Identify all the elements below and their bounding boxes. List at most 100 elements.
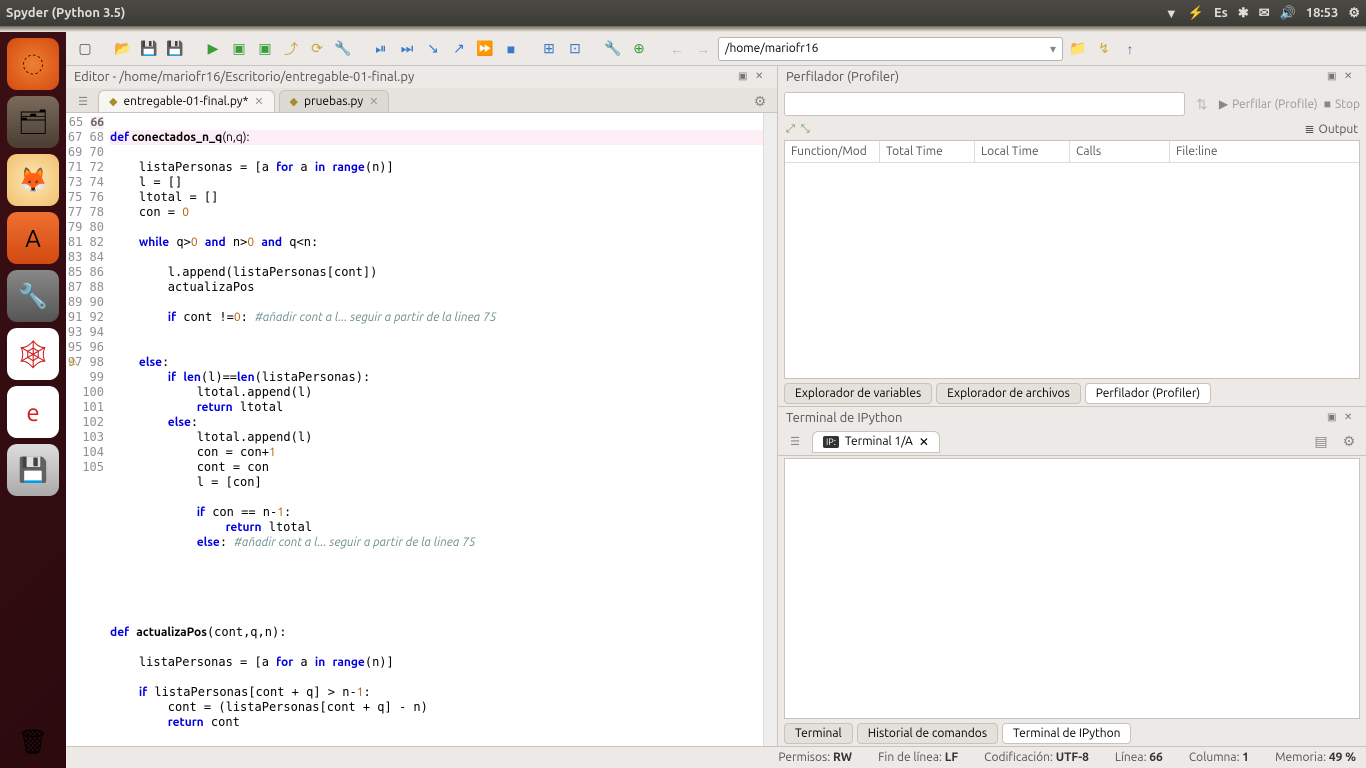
warning-marker-icon[interactable]: ⚠ bbox=[66, 355, 80, 369]
bluetooth-icon[interactable]: ✱ bbox=[1238, 6, 1249, 21]
th-totaltime[interactable]: Total Time bbox=[880, 141, 975, 162]
status-eol: Fin de línea: LF bbox=[878, 751, 958, 764]
close-tab-icon[interactable]: ✕ bbox=[919, 435, 929, 449]
parent-dir-icon[interactable]: ↑ bbox=[1119, 38, 1141, 60]
app-title: Spyder (Python 3.5) bbox=[6, 6, 125, 20]
status-memory: Memoria: 49 % bbox=[1275, 751, 1356, 764]
run-cell-icon[interactable]: ▣ bbox=[228, 38, 250, 60]
tab-terminal[interactable]: Terminal bbox=[784, 723, 853, 744]
ipython-tab-label: Terminal 1/A bbox=[845, 435, 913, 448]
close-tab-icon[interactable]: ✕ bbox=[369, 95, 378, 108]
trash-icon[interactable]: 🗑 bbox=[7, 716, 59, 768]
code-area[interactable]: def conectados_n_q(n,q): listaPersonas =… bbox=[110, 113, 763, 746]
settings-gear-icon[interactable]: ⚙ bbox=[1348, 6, 1360, 21]
ipy-menu-icon[interactable]: ☰ bbox=[784, 431, 806, 453]
stop-debug-icon[interactable]: ■ bbox=[500, 38, 522, 60]
prefs-icon[interactable]: 🔧 bbox=[602, 38, 624, 60]
tab-varexplorer[interactable]: Explorador de variables bbox=[784, 383, 932, 404]
dash-icon[interactable]: ◌ bbox=[7, 38, 59, 90]
tab-history[interactable]: Historial de comandos bbox=[857, 723, 998, 744]
sync-icon[interactable]: ↯ bbox=[1093, 38, 1115, 60]
saveall-icon[interactable]: 💾 bbox=[164, 38, 186, 60]
open-icon[interactable]: 📂 bbox=[112, 38, 134, 60]
status-permissions: Permisos: RW bbox=[778, 751, 852, 764]
th-calls[interactable]: Calls bbox=[1070, 141, 1170, 162]
editor-title: Editor - /home/mariofr16/Escritorio/entr… bbox=[74, 70, 414, 84]
wifi-icon[interactable]: ⚡ bbox=[1188, 6, 1204, 21]
expand-icon[interactable]: ⤢ bbox=[786, 123, 795, 136]
close-tab-icon[interactable]: ✕ bbox=[254, 95, 263, 108]
browse-dir-icon[interactable]: 📁 bbox=[1067, 38, 1089, 60]
browse-icon[interactable]: ⇅ bbox=[1191, 93, 1213, 115]
profile-button[interactable]: ▶Perfilar (Profile) bbox=[1219, 97, 1318, 111]
collapse-icon[interactable]: ⤡ bbox=[801, 123, 810, 136]
titlebar: Spyder (Python 3.5) ▼ ⚡ Es ✱ ✉ 🔊 18:53 ⚙ bbox=[0, 0, 1366, 26]
working-dir-text: /home/mariofr16 bbox=[725, 42, 818, 55]
run-again-icon[interactable]: ⟳ bbox=[306, 38, 328, 60]
files-icon[interactable]: 🗂 bbox=[7, 96, 59, 148]
run-selection-icon[interactable]: ⤴ bbox=[280, 38, 302, 60]
working-dir-combo[interactable]: /home/mariofr16 ▾ bbox=[718, 37, 1063, 61]
software-icon[interactable]: A bbox=[7, 212, 59, 264]
forward-icon[interactable]: → bbox=[692, 38, 714, 60]
layout2-icon[interactable]: ⊡ bbox=[564, 38, 586, 60]
statusbar: Permisos: RW Fin de línea: LF Codificaci… bbox=[66, 746, 1366, 768]
th-function[interactable]: Function/Mod bbox=[785, 141, 880, 162]
editor-body[interactable]: ⚠ 65 66 67 68 69 70 71 72 73 74 75 76 77… bbox=[66, 113, 777, 746]
disk-icon[interactable]: 💾 bbox=[7, 444, 59, 496]
run-icon[interactable]: ▶ bbox=[202, 38, 224, 60]
step-icon[interactable]: ⏭ bbox=[396, 38, 418, 60]
ipy-opt1-icon[interactable]: ▤ bbox=[1310, 431, 1332, 453]
spyder-icon[interactable]: 🕸 bbox=[7, 328, 59, 380]
editor-pane: Editor - /home/mariofr16/Escritorio/entr… bbox=[66, 66, 778, 746]
tab-entregable[interactable]: ◆ entregable-01-final.py* ✕ bbox=[98, 90, 275, 112]
keyboard-lang[interactable]: Es bbox=[1214, 6, 1228, 20]
ipython-console[interactable] bbox=[784, 458, 1360, 720]
profiler-pane: Perfilador (Profiler) ▣ ✕ ⇅ ▶Perfilar (P… bbox=[778, 66, 1366, 407]
right-bottom-tabs: Terminal Historial de comandos Terminal … bbox=[778, 721, 1366, 746]
dropbox-icon[interactable]: ▼ bbox=[1165, 6, 1178, 21]
close-pane-icon[interactable]: ✕ bbox=[1344, 70, 1358, 84]
tab-fileexplorer[interactable]: Explorador de archivos bbox=[936, 383, 1081, 404]
profiler-file-combo[interactable] bbox=[784, 92, 1185, 116]
step-out-icon[interactable]: ↗ bbox=[448, 38, 470, 60]
stop-button[interactable]: ■Stop bbox=[1324, 97, 1360, 111]
config-run-icon[interactable]: 🔧 bbox=[332, 38, 354, 60]
status-line: Línea: 66 bbox=[1115, 751, 1163, 764]
output-button[interactable]: ≣Output bbox=[1304, 122, 1358, 136]
back-icon[interactable]: ← bbox=[666, 38, 688, 60]
new-file-icon[interactable]: ▢ bbox=[74, 38, 96, 60]
volume-icon[interactable]: 🔊 bbox=[1280, 6, 1296, 21]
firefox-icon[interactable]: 🦊 bbox=[7, 154, 59, 206]
profiler-title: Perfilador (Profiler) bbox=[786, 70, 899, 84]
save-icon[interactable]: 💾 bbox=[138, 38, 160, 60]
ipython-tab[interactable]: IP: Terminal 1/A ✕ bbox=[812, 431, 940, 453]
tab-profiler[interactable]: Perfilador (Profiler) bbox=[1085, 383, 1211, 404]
tab-pruebas[interactable]: ◆ pruebas.py ✕ bbox=[279, 90, 390, 112]
pdf-icon[interactable]: e bbox=[7, 386, 59, 438]
ipy-opt2-icon[interactable]: ⚙ bbox=[1338, 431, 1360, 453]
th-localtime[interactable]: Local Time bbox=[975, 141, 1070, 162]
close-pane-icon[interactable]: ✕ bbox=[755, 70, 769, 84]
editor-scrollbar[interactable] bbox=[763, 113, 777, 746]
close-pane-icon[interactable]: ✕ bbox=[1344, 411, 1358, 425]
tab-ipython[interactable]: Terminal de IPython bbox=[1002, 723, 1131, 744]
tab-options-icon[interactable]: ⚙ bbox=[749, 90, 771, 112]
undock-icon[interactable]: ▣ bbox=[1327, 411, 1341, 425]
th-fileline[interactable]: File:line bbox=[1170, 141, 1359, 162]
undock-icon[interactable]: ▣ bbox=[1327, 70, 1341, 84]
run-cell-next-icon[interactable]: ▣ bbox=[254, 38, 276, 60]
layout1-icon[interactable]: ⊞ bbox=[538, 38, 560, 60]
debug-icon[interactable]: ⏯ bbox=[370, 38, 392, 60]
settings-icon[interactable]: 🔧 bbox=[7, 270, 59, 322]
clock[interactable]: 18:53 bbox=[1306, 6, 1339, 20]
continue-icon[interactable]: ⏩ bbox=[474, 38, 496, 60]
tabs-menu-icon[interactable]: ☰ bbox=[72, 90, 94, 112]
profiler-table[interactable]: Function/Mod Total Time Local Time Calls… bbox=[784, 140, 1360, 379]
undock-icon[interactable]: ▣ bbox=[738, 70, 752, 84]
pythonpath-icon[interactable]: ⊕ bbox=[628, 38, 650, 60]
step-into-icon[interactable]: ↘ bbox=[422, 38, 444, 60]
mail-icon[interactable]: ✉ bbox=[1259, 6, 1270, 21]
chevron-down-icon: ▾ bbox=[1050, 42, 1056, 56]
line-gutter: 65 66 67 68 69 70 71 72 73 74 75 76 77 7… bbox=[66, 113, 110, 746]
